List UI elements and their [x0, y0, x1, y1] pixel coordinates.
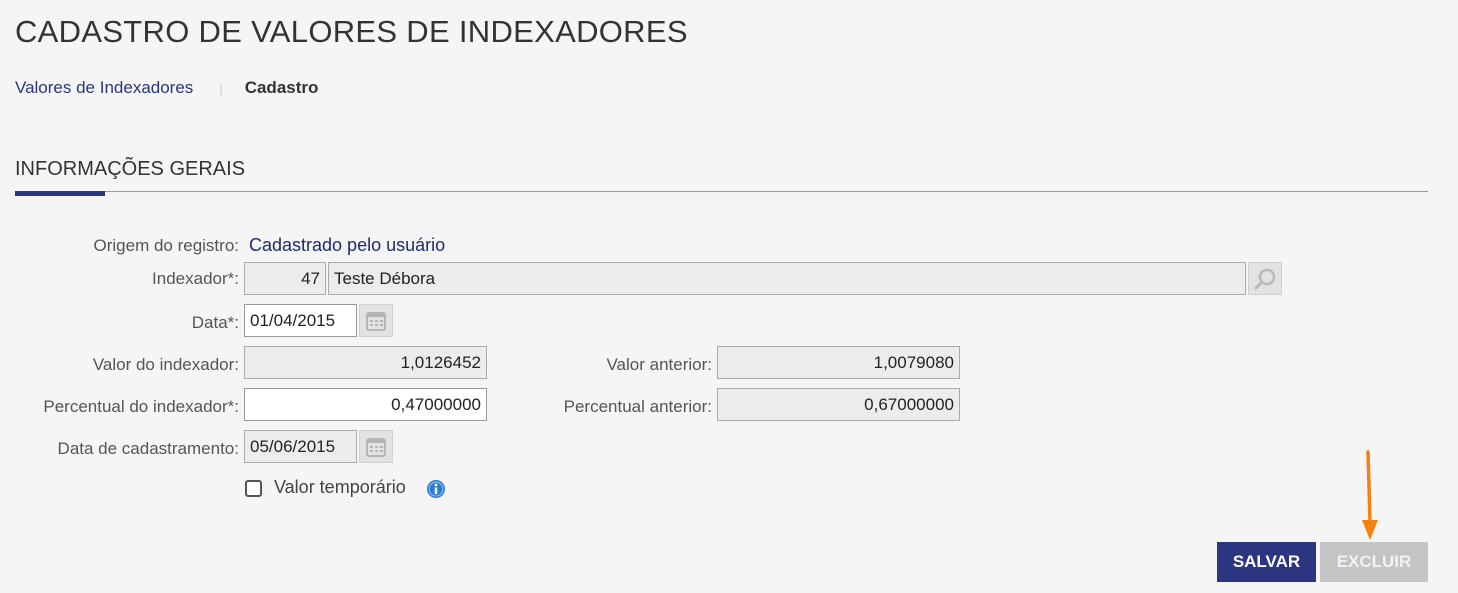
valor-indexador-label: Valor do indexador: — [92, 355, 239, 374]
origem-label: Origem do registro: — [93, 236, 240, 255]
data-cadastramento-field: 05/06/2015 — [244, 430, 357, 463]
percentual-anterior-label: Percentual anterior: — [563, 397, 712, 416]
data-field[interactable]: 01/04/2015 — [244, 304, 357, 337]
page-title: CADASTRO DE VALORES DE INDEXADORES — [15, 14, 688, 49]
calendar-icon — [366, 437, 386, 457]
calendar-icon — [366, 311, 386, 331]
arrow-down-icon — [1362, 450, 1378, 540]
breadcrumb-separator: | — [219, 80, 223, 96]
section-accent-bar — [15, 191, 105, 196]
indexador-code-field[interactable]: 47 — [244, 262, 326, 295]
valor-anterior-label: Valor anterior: — [606, 355, 712, 374]
indexador-name-field[interactable]: Teste Débora — [328, 262, 1246, 295]
valor-indexador-field: 1,0126452 — [244, 346, 487, 379]
data-cadastramento-calendar-button[interactable] — [359, 430, 393, 463]
indexador-label: Indexador*: — [152, 269, 239, 288]
breadcrumb: Valores de Indexadores | Cadastro — [15, 78, 318, 98]
info-icon[interactable] — [426, 479, 446, 499]
data-calendar-button[interactable] — [359, 304, 393, 337]
breadcrumb-link-valores[interactable]: Valores de Indexadores — [15, 78, 193, 98]
section-title: INFORMAÇÕES GERAIS — [15, 158, 246, 180]
data-cadastramento-label: Data de cadastramento: — [57, 439, 239, 458]
data-label: Data*: — [191, 313, 239, 332]
delete-button[interactable]: EXCLUIR — [1320, 542, 1428, 582]
valor-temporario-checkbox[interactable] — [245, 480, 262, 497]
save-button[interactable]: SALVAR — [1217, 542, 1316, 582]
valor-temporario-label[interactable]: Valor temporário — [274, 477, 406, 498]
indexador-search-button[interactable] — [1248, 262, 1282, 295]
valor-anterior-field: 1,0079080 — [717, 346, 960, 379]
percentual-indexador-label: Percentual do indexador*: — [43, 397, 239, 416]
origem-value: Cadastrado pelo usuário — [249, 235, 446, 255]
section-divider — [15, 191, 1428, 192]
magnifier-icon — [1254, 268, 1276, 289]
percentual-indexador-field[interactable]: 0,47000000 — [244, 388, 487, 421]
breadcrumb-current: Cadastro — [244, 78, 319, 97]
percentual-anterior-field: 0,67000000 — [717, 388, 960, 421]
